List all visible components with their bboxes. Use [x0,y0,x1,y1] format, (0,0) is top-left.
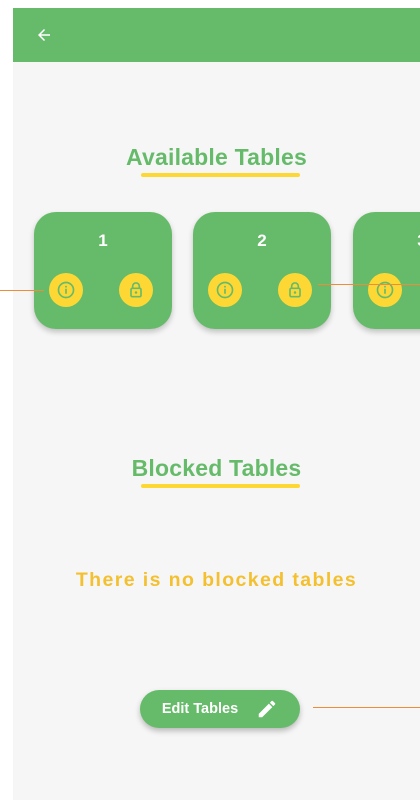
info-icon [216,281,234,299]
available-tables-underline [141,173,300,177]
lock-icon [130,282,142,298]
pencil-icon [258,700,276,718]
arrow-left-icon [38,29,50,41]
app-screen: Available Tables 1 2 Blocked Tables Ther… [13,8,420,800]
table-number: 3 [353,231,420,251]
info-icon [57,281,75,299]
table-info-button[interactable] [49,273,83,307]
table-lock-button[interactable] [278,273,312,307]
info-icon [376,281,394,299]
edit-tables-button[interactable]: Edit Tables [140,690,300,728]
table-info-button[interactable] [208,273,242,307]
tables-carousel[interactable]: 1 2 [34,212,420,332]
table-number: 2 [257,231,267,250]
table-info-button[interactable] [368,273,402,307]
annotation-line [0,290,44,291]
table-card-2[interactable]: 2 [193,212,331,329]
annotation-line [313,707,420,708]
lock-icon [289,282,301,298]
edit-tables-label: Edit Tables [161,701,239,717]
table-card-3[interactable]: 3 [353,212,420,329]
blocked-tables-title: Blocked Tables [131,455,302,481]
annotation-line [318,284,420,285]
table-number: 1 [98,231,108,250]
available-tables-title: Available Tables [126,144,307,170]
table-lock-button[interactable] [119,273,153,307]
back-button[interactable] [29,20,59,50]
blocked-tables-underline [141,484,300,488]
table-card-1[interactable]: 1 [34,212,172,329]
app-bar [13,8,420,62]
no-blocked-tables-message: There is no blocked tables [75,569,358,591]
